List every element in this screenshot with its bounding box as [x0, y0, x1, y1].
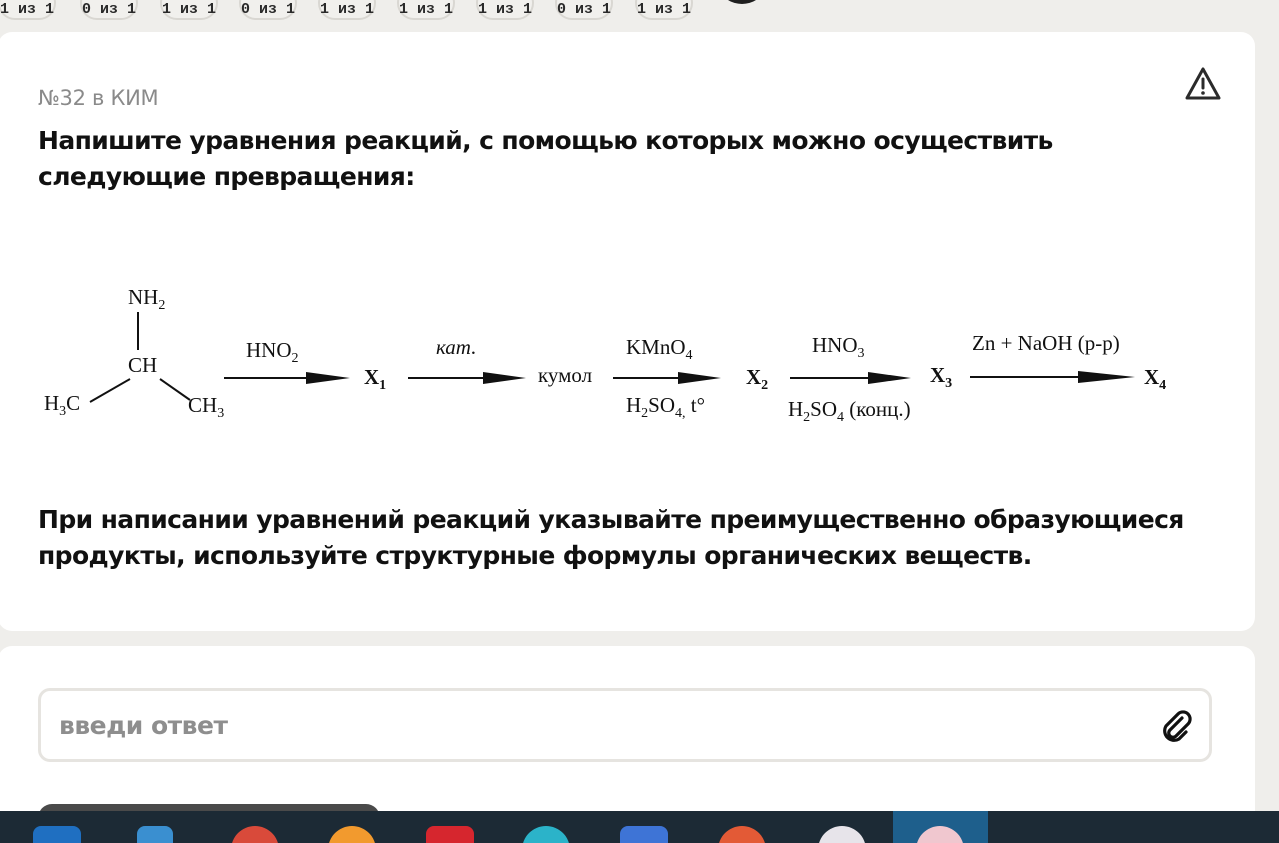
kim-number-label: №32 в КИМ [38, 86, 159, 110]
scheme-ch3: CH3 [188, 393, 224, 421]
chrome-icon[interactable] [231, 826, 279, 843]
bond-left [89, 378, 131, 403]
instruction-note: При написании уравнений реакций указывай… [38, 505, 1184, 570]
step5-reagent: Zn + NaOH (р-р) [972, 331, 1120, 355]
media-icon[interactable] [718, 826, 766, 843]
paperclip-icon[interactable] [1158, 708, 1194, 744]
step1-reagent: HNO2 [246, 338, 299, 366]
step2-catalyst: кат. [436, 335, 476, 359]
app-blue-icon[interactable] [620, 826, 668, 843]
step4-conditions: H2SO4 (конц.) [788, 397, 911, 425]
score-pill[interactable]: 1 из 1 [0, 0, 56, 20]
step4-product: X3 [930, 363, 952, 391]
scheme-ch: CH [128, 353, 157, 377]
step5-product: X4 [1144, 365, 1166, 393]
score-pill[interactable]: 0 из 1 [555, 0, 613, 20]
reaction-scheme: NH2 CH H3C CH3 HNO2 X1 кат. кумол KMnO4 … [44, 285, 1166, 425]
app-orange-icon[interactable] [328, 826, 376, 843]
score-pill[interactable]: 1 из 1 [160, 0, 218, 20]
task-text: Напишите уравнения реакций, с помощью ко… [38, 126, 1053, 191]
taskbar [0, 811, 1279, 843]
score-pill[interactable]: 1 из 1 [476, 0, 534, 20]
calculator-icon[interactable] [137, 826, 173, 843]
scheme-nh2: NH2 [128, 285, 165, 313]
step1-product: X1 [364, 365, 386, 393]
step2-product: кумол [538, 363, 592, 387]
app-cyan-icon[interactable] [522, 826, 570, 843]
question-card: №32 в КИМ Напишите уравнения реакций, с … [0, 32, 1255, 631]
yandex-icon[interactable] [818, 826, 866, 843]
score-pill[interactable]: 1 из 1 [635, 0, 693, 20]
document-red-icon[interactable] [426, 826, 474, 843]
step3-product: X2 [746, 365, 768, 393]
score-pill[interactable]: 0 из 1 [80, 0, 138, 20]
bond-right [159, 378, 191, 401]
mail-icon[interactable] [33, 826, 81, 843]
step3-reagent: KMnO4 [626, 335, 693, 363]
answer-input[interactable] [59, 707, 1139, 743]
score-pill[interactable]: 0 из 1 [239, 0, 297, 20]
score-pill[interactable]: 1 из 1 [397, 0, 455, 20]
answer-field[interactable] [38, 688, 1212, 762]
warning-triangle-icon[interactable] [1184, 66, 1222, 102]
step3-conditions: H2SO4, t° [626, 393, 705, 421]
scheme-h3c: H3C [44, 391, 80, 419]
score-pill[interactable]: 1 из 1 [318, 0, 376, 20]
score-pills-row: 1 из 1 0 из 1 1 из 1 0 из 1 1 из 1 1 из … [0, 0, 1279, 22]
step4-reagent: HNO3 [812, 333, 865, 361]
